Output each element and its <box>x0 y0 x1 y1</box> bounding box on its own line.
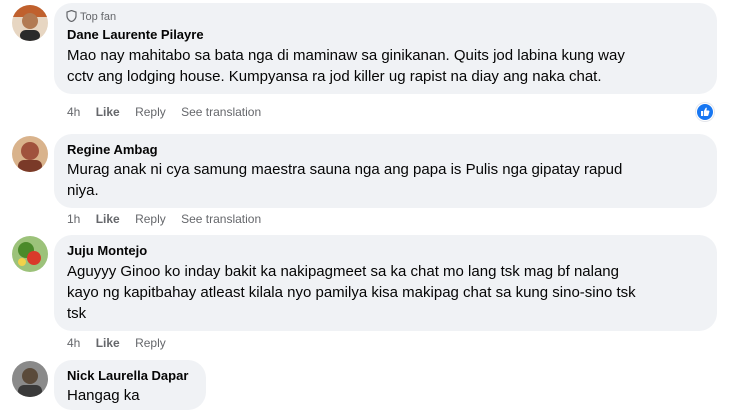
top-fan-label: Top fan <box>80 11 117 23</box>
comment-actions: 1h Like Reply See translation <box>67 212 273 226</box>
like-reaction-badge[interactable] <box>696 103 714 121</box>
comment-actions: 4h Like Reply See translation <box>67 105 273 119</box>
comment-text: Murag anak ni cya samung maestra sauna n… <box>67 159 707 201</box>
avatar[interactable] <box>12 5 48 41</box>
comment-text-line: cctv ang lodging house. Kumpyansa ra jod… <box>67 68 602 85</box>
avatar-image <box>12 136 48 172</box>
avatar-image <box>12 236 48 272</box>
like-button[interactable]: Like <box>96 212 120 226</box>
comment-time[interactable]: 4h <box>67 105 80 119</box>
comment-time[interactable]: 4h <box>67 336 80 350</box>
comment-text-line: Aguyyy Ginoo ko inday bakit ka nakipagme… <box>67 263 619 280</box>
like-button[interactable]: Like <box>96 336 120 350</box>
reply-button[interactable]: Reply <box>135 105 166 119</box>
comment-text-line: tsk <box>67 305 87 322</box>
avatar[interactable] <box>12 236 48 272</box>
comment-author[interactable]: Dane Laurente Pilayre <box>67 27 204 42</box>
reply-button[interactable]: Reply <box>135 336 166 350</box>
top-fan-badge: Top fan <box>66 10 116 23</box>
shield-icon <box>66 10 77 22</box>
comment-text-line: niya. <box>67 182 99 199</box>
comment-text-line: kayo ng kapitbahay atleast kilala nyo pa… <box>67 284 636 301</box>
comment-text: Mao nay mahitabo sa bata nga di maminaw … <box>67 45 707 87</box>
see-translation-link[interactable]: See translation <box>181 212 261 226</box>
comment-text: Hangag ka <box>67 385 202 406</box>
comment-actions: 4h Like Reply <box>67 336 178 350</box>
like-button[interactable]: Like <box>96 105 120 119</box>
reply-button[interactable]: Reply <box>135 212 166 226</box>
comment-text-line: Mao nay mahitabo sa bata nga di maminaw … <box>67 47 625 64</box>
comment-author[interactable]: Nick Laurella Dapar <box>67 368 188 383</box>
comment-text-line: Hangag ka <box>67 387 140 404</box>
avatar-image <box>12 5 48 41</box>
avatar[interactable] <box>12 361 48 397</box>
avatar-image <box>12 361 48 397</box>
comment-time[interactable]: 1h <box>67 212 80 226</box>
comment-text-line: Murag anak ni cya samung maestra sauna n… <box>67 161 623 178</box>
like-icon <box>701 107 710 116</box>
comment-text: Aguyyy Ginoo ko inday bakit ka nakipagme… <box>67 261 707 324</box>
see-translation-link[interactable]: See translation <box>181 105 261 119</box>
comment-author[interactable]: Juju Montejo <box>67 243 147 258</box>
comment-author[interactable]: Regine Ambag <box>67 142 158 157</box>
avatar[interactable] <box>12 136 48 172</box>
